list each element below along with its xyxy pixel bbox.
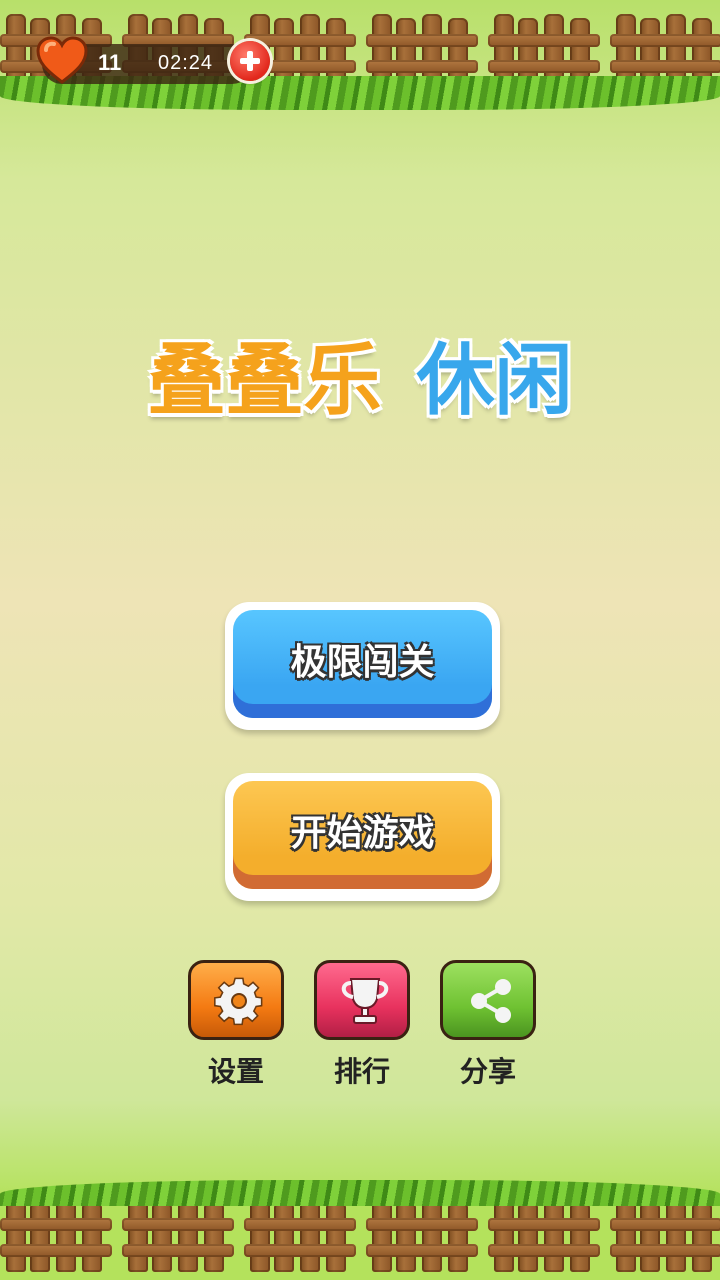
fence-rail	[244, 1218, 356, 1231]
fence-post	[570, 1202, 590, 1272]
fence-rail	[366, 34, 478, 47]
fence-rail	[488, 34, 600, 47]
fence-post	[616, 1198, 636, 1272]
leaderboard-tile	[314, 960, 410, 1040]
fence-rail	[488, 60, 600, 73]
settings-tile	[188, 960, 284, 1040]
settings-button[interactable]	[188, 960, 284, 1044]
fence-section	[244, 1198, 356, 1278]
fence-post	[372, 1198, 392, 1272]
fence-post	[396, 1202, 416, 1272]
start-button-label: 开始游戏	[290, 813, 435, 854]
bottom-fence-decoration	[0, 1180, 720, 1280]
fence-post	[128, 1198, 148, 1272]
fence-post	[250, 1198, 270, 1272]
fence-rail	[366, 1218, 478, 1231]
start-button-face: 开始游戏	[233, 781, 492, 889]
fence-section	[122, 1198, 234, 1278]
fence-post	[422, 1198, 442, 1272]
lives-count: 11	[98, 50, 122, 75]
fence-rail	[244, 1244, 356, 1257]
fence-section	[0, 1198, 112, 1278]
fence-post	[544, 1198, 564, 1272]
leaderboard-button[interactable]	[314, 960, 410, 1044]
heart-icon	[36, 36, 88, 84]
plus-icon[interactable]	[230, 41, 270, 81]
fence-post	[30, 1202, 50, 1272]
share-button[interactable]	[440, 960, 536, 1044]
fence-rail	[610, 1244, 720, 1257]
fence-post	[6, 1198, 26, 1272]
refill-timer: 02:24	[158, 52, 214, 74]
fence-rail	[366, 60, 478, 73]
fence-post	[56, 1198, 76, 1272]
fence-rail	[610, 1218, 720, 1231]
fence-post	[448, 1202, 468, 1272]
fence-rail	[122, 1244, 234, 1257]
start-game-button[interactable]: 开始游戏	[225, 773, 500, 901]
fence-rail	[366, 1244, 478, 1257]
fence-post	[666, 1198, 686, 1272]
fence-post	[274, 1202, 294, 1272]
share-label: 分享	[459, 1055, 516, 1088]
fence-post	[692, 1202, 712, 1272]
fence-rail	[610, 60, 720, 73]
bottom-grass	[0, 1180, 720, 1206]
fence-post	[326, 1202, 346, 1272]
fence-rail	[488, 1218, 600, 1231]
challenge-button-label: 极限闯关	[290, 642, 435, 683]
fence-post	[494, 1198, 514, 1272]
title-main: 叠叠乐	[147, 336, 382, 426]
settings-label: 设置	[207, 1055, 264, 1088]
title-sub: 休闲	[416, 336, 573, 426]
leaderboard-label: 排行	[333, 1055, 390, 1088]
fence-post	[518, 1202, 538, 1272]
fence-post	[178, 1198, 198, 1272]
fence-rail	[0, 1218, 112, 1231]
share-icon	[471, 979, 511, 1023]
fence-rail	[610, 34, 720, 47]
fence-section	[488, 1198, 600, 1278]
fence-rail	[122, 1218, 234, 1231]
fence-post	[640, 1202, 660, 1272]
gear-icon	[214, 977, 263, 1026]
fence-rail	[488, 1244, 600, 1257]
fence-rail	[0, 1244, 112, 1257]
fence-post	[152, 1202, 172, 1272]
fence-post	[82, 1202, 102, 1272]
share-tile	[440, 960, 536, 1040]
game-title: 叠叠乐 休闲	[0, 318, 720, 428]
fence-section	[366, 1198, 478, 1278]
trophy-icon	[341, 978, 389, 1024]
challenge-button-face: 极限闯关	[233, 610, 492, 718]
fence-section	[610, 1198, 720, 1278]
fence-post	[204, 1202, 224, 1272]
challenge-mode-button[interactable]: 极限闯关	[225, 602, 500, 730]
fence-post	[300, 1198, 320, 1272]
